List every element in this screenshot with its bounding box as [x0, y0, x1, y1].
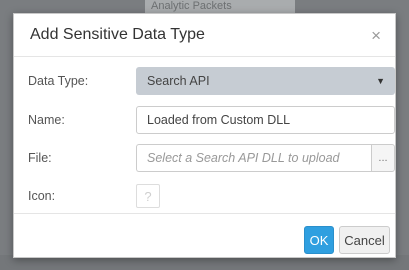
file-label: File: — [28, 151, 52, 165]
file-input[interactable]: Select a Search API DLL to upload — [136, 144, 371, 172]
name-value: Loaded from Custom DLL — [147, 113, 291, 127]
name-input[interactable]: Loaded from Custom DLL — [136, 106, 395, 134]
name-label: Name: — [28, 113, 65, 127]
caret-down-icon: ▼ — [376, 76, 385, 86]
question-mark-icon: ? — [144, 188, 152, 204]
browse-button[interactable]: ... — [371, 144, 395, 172]
data-type-select[interactable]: Search API ▼ — [136, 67, 395, 95]
ok-button[interactable]: OK — [304, 226, 334, 254]
icon-row: Icon: ? — [14, 182, 395, 210]
data-type-label: Data Type: — [28, 74, 89, 88]
file-row: File: Select a Search API DLL to upload … — [14, 144, 395, 172]
add-sensitive-data-type-dialog: Add Sensitive Data Type × Data Type: Sea… — [13, 13, 396, 258]
name-row: Name: Loaded from Custom DLL — [14, 106, 395, 134]
data-type-row: Data Type: Search API ▼ — [14, 67, 395, 95]
dialog-footer: OK Cancel — [14, 213, 395, 257]
background-strip: Analytic Packets — [145, 0, 295, 14]
icon-picker[interactable]: ? — [136, 184, 160, 208]
icon-label: Icon: — [28, 189, 56, 203]
dialog-body: Data Type: Search API ▼ Name: Loaded fro… — [14, 57, 395, 211]
data-type-value: Search API — [147, 74, 210, 88]
close-icon[interactable]: × — [371, 27, 381, 44]
dialog-header: Add Sensitive Data Type × — [14, 14, 395, 57]
file-placeholder: Select a Search API DLL to upload — [147, 151, 340, 165]
dialog-title: Add Sensitive Data Type — [30, 26, 205, 43]
cancel-button[interactable]: Cancel — [339, 226, 390, 254]
